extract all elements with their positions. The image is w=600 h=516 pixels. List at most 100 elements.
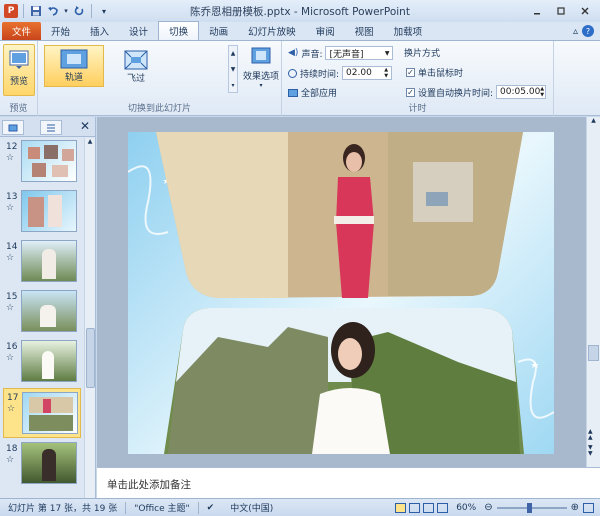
transition-orbit[interactable]: 轨道 bbox=[44, 45, 104, 87]
slides-scrollbar[interactable]: ▲ bbox=[84, 138, 95, 498]
notes-pane[interactable]: 单击此处添加备注 bbox=[97, 467, 600, 498]
slide-number: 13 ☆ bbox=[6, 192, 20, 214]
slide-thumb-18[interactable]: 18 ☆ bbox=[3, 442, 81, 488]
tab-addins[interactable]: 加载项 bbox=[384, 22, 433, 40]
scroll-up-icon[interactable]: ▲ bbox=[587, 117, 600, 124]
tab-design[interactable]: 设计 bbox=[119, 22, 158, 40]
slide-number-text: 18 bbox=[6, 444, 18, 454]
top-photo-face bbox=[346, 152, 362, 172]
separator bbox=[23, 4, 24, 18]
help-icon[interactable]: ? bbox=[582, 25, 594, 37]
auto-advance-spinner[interactable]: 00:05.00 ▲ ▼ bbox=[496, 85, 547, 99]
editor-scrollbar[interactable]: ▲ ▲ ▲ ▼ ▼ bbox=[586, 117, 600, 467]
notes-placeholder: 单击此处添加备注 bbox=[107, 479, 191, 491]
slide-thumb-17[interactable]: 17 ☆ bbox=[3, 388, 81, 438]
slide-canvas[interactable] bbox=[128, 132, 554, 454]
auto-advance-checkbox[interactable]: ✓ bbox=[406, 87, 415, 97]
on-click-label: 单击鼠标时 bbox=[418, 69, 464, 79]
tab-home[interactable]: 开始 bbox=[41, 22, 80, 40]
redo-icon[interactable] bbox=[72, 4, 86, 18]
slide-preview bbox=[21, 190, 77, 232]
customize-qat-icon[interactable]: ▾ bbox=[97, 4, 111, 18]
slide-number-text: 14 bbox=[6, 242, 18, 252]
slide-sorter-icon[interactable] bbox=[409, 502, 421, 513]
save-icon[interactable] bbox=[29, 4, 43, 18]
view-buttons bbox=[395, 502, 449, 513]
sound-icon: ◀) bbox=[288, 48, 299, 58]
apply-all-button[interactable]: 全部应用 bbox=[288, 86, 337, 99]
on-click-checkbox[interactable]: ✓ bbox=[406, 68, 415, 77]
minimize-icon[interactable] bbox=[526, 3, 548, 18]
scroll-up-icon[interactable]: ▲ bbox=[85, 138, 95, 145]
slide-thumb-13[interactable]: 13 ☆ bbox=[3, 190, 81, 236]
slide-preview bbox=[21, 442, 77, 484]
zoom-slider[interactable] bbox=[496, 502, 567, 513]
scroll-thumb[interactable] bbox=[588, 345, 599, 361]
tab-slideshow[interactable]: 幻灯片放映 bbox=[238, 22, 306, 40]
close-pane-icon[interactable]: ✕ bbox=[80, 119, 90, 133]
gallery-more-icon[interactable]: ▾ bbox=[229, 78, 237, 94]
scroll-thumb[interactable] bbox=[86, 328, 95, 388]
slideshow-icon[interactable] bbox=[437, 502, 449, 513]
fit-window-icon[interactable] bbox=[583, 502, 594, 513]
tab-file[interactable]: 文件 bbox=[2, 22, 42, 40]
ribbon-right-controls: ▵ ? bbox=[573, 22, 600, 40]
slide-number-text: 13 bbox=[6, 192, 18, 202]
undo-icon[interactable] bbox=[46, 4, 60, 18]
on-click-option[interactable]: ✓ 单击鼠标时 bbox=[406, 66, 463, 79]
normal-view-icon[interactable] bbox=[395, 502, 407, 513]
auto-advance-value: 00:05.00 bbox=[500, 87, 541, 97]
close-icon[interactable] bbox=[574, 3, 596, 18]
zoom-slider-thumb[interactable] bbox=[526, 502, 532, 513]
slide-preview bbox=[21, 140, 77, 182]
gallery-up-icon[interactable]: ▲ bbox=[229, 46, 237, 62]
photo bbox=[40, 305, 56, 327]
transition-star-icon: ☆ bbox=[6, 203, 15, 213]
tab-view[interactable]: 视图 bbox=[345, 22, 384, 40]
transition-star-icon: ☆ bbox=[6, 153, 15, 163]
powerpoint-logo-icon[interactable]: P bbox=[4, 4, 18, 18]
transition-fly-through[interactable]: 飞过 bbox=[106, 45, 166, 87]
spinner-icon: ▲ ▼ bbox=[540, 86, 545, 98]
preview-label: 预览 bbox=[9, 77, 28, 87]
slide-number: 12 ☆ bbox=[6, 142, 20, 164]
zoom-out-icon[interactable]: ⊖ bbox=[484, 502, 492, 513]
next-slide-icon[interactable]: ▼ ▼ bbox=[588, 445, 593, 457]
gallery-down-icon[interactable]: ▼ bbox=[229, 62, 237, 78]
slide-thumb-12[interactable]: 12 ☆ bbox=[3, 140, 81, 186]
auto-advance-option: ✓ 设置自动换片时间: 00:05.00 ▲ ▼ bbox=[406, 85, 547, 99]
apply-all-label: 全部应用 bbox=[301, 89, 338, 99]
transition-fly-through-label: 飞过 bbox=[126, 74, 145, 84]
zoom-in-icon[interactable]: ⊕ bbox=[571, 502, 579, 513]
sound-dropdown[interactable]: [无声音] ▼ bbox=[325, 46, 394, 60]
language[interactable]: 中文(中国) bbox=[222, 501, 281, 514]
spelling-icon[interactable]: ✔ bbox=[199, 503, 223, 513]
slide-thumb-16[interactable]: 16 ☆ bbox=[3, 340, 81, 386]
tab-animations[interactable]: 动画 bbox=[199, 22, 238, 40]
preview-icon bbox=[9, 50, 29, 69]
restore-icon[interactable] bbox=[550, 3, 572, 18]
prev-slide-icon[interactable]: ▲ ▲ bbox=[588, 429, 593, 441]
effect-options-icon bbox=[251, 47, 271, 64]
ribbon-transitions: 预览 预览 轨道 飞过 ▲ ▼ ▾ 效果选项 ▾ 切换到此幻灯片 ◀) 声音: bbox=[0, 41, 600, 116]
duration-spinner[interactable]: 02.00 ▲ ▼ bbox=[342, 66, 393, 80]
transition-star-icon: ☆ bbox=[7, 404, 16, 414]
tab-transitions[interactable]: 切换 bbox=[158, 21, 200, 40]
photo bbox=[42, 249, 56, 279]
slide-preview bbox=[21, 240, 77, 282]
slides-tab[interactable] bbox=[2, 120, 24, 135]
tab-insert[interactable]: 插入 bbox=[80, 22, 119, 40]
reading-view-icon[interactable] bbox=[423, 502, 435, 513]
preview-button[interactable]: 预览 bbox=[3, 44, 35, 96]
effect-options-button[interactable]: 效果选项 ▾ bbox=[242, 45, 280, 89]
undo-dropdown-icon[interactable]: ▾ bbox=[63, 4, 69, 18]
minimize-ribbon-icon[interactable]: ▵ bbox=[573, 26, 578, 37]
preview-group: 预览 预览 bbox=[0, 41, 38, 116]
slide-thumb-14[interactable]: 14 ☆ bbox=[3, 240, 81, 286]
tab-review[interactable]: 审阅 bbox=[306, 22, 345, 40]
zoom-level[interactable]: 60% bbox=[448, 503, 484, 513]
slide-editor: ▲ ▲ ▲ ▼ ▼ bbox=[97, 117, 600, 467]
transition-orbit-label: 轨道 bbox=[64, 73, 83, 83]
slide-thumb-15[interactable]: 15 ☆ bbox=[3, 290, 81, 336]
outline-tab[interactable] bbox=[40, 120, 62, 135]
